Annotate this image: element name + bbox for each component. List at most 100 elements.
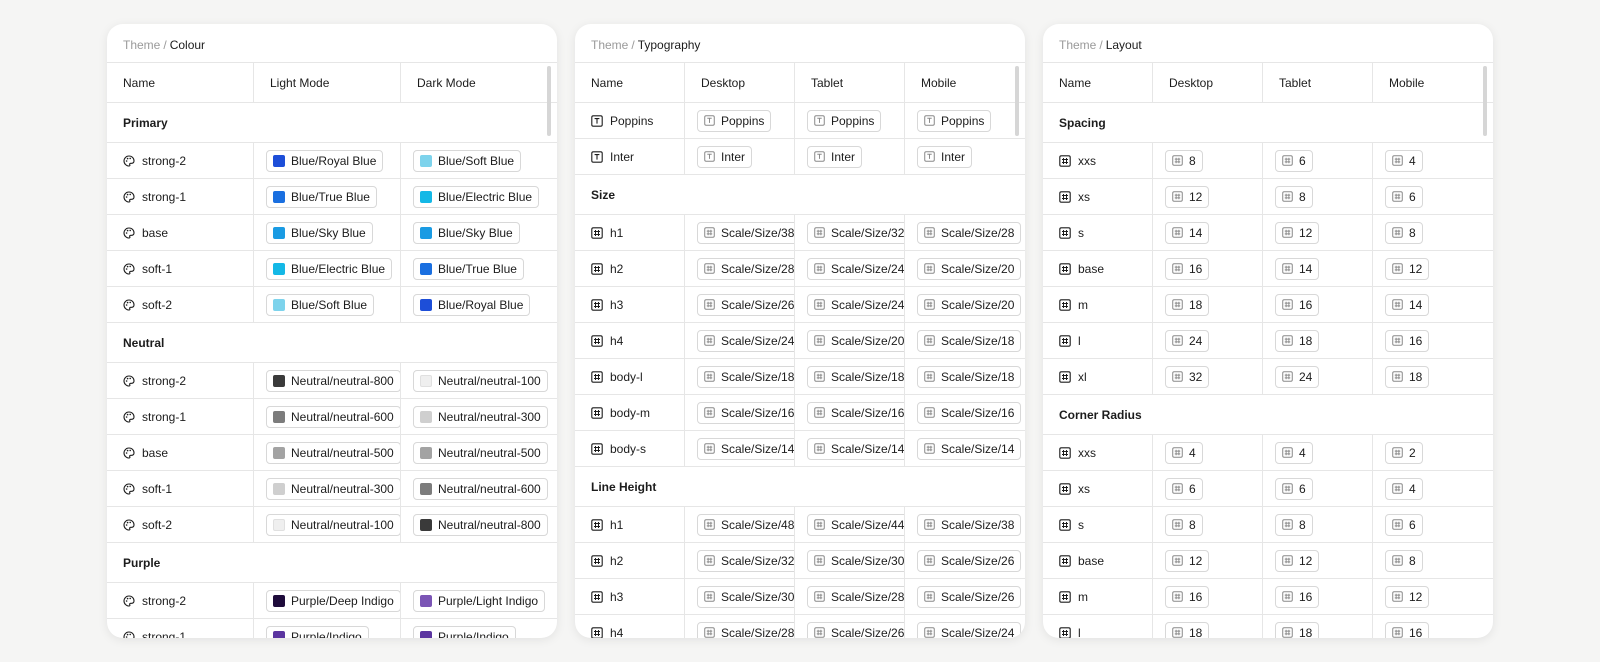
variable-chip[interactable]: Scale/Size/32 xyxy=(697,549,794,572)
table-row[interactable]: h1 Scale/Size/38 Scale/Size/32 Scale/Size/2… xyxy=(575,215,1025,251)
table-row[interactable]: xs 6 6 4 xyxy=(1043,471,1493,507)
variable-chip[interactable]: 32 xyxy=(1165,365,1210,388)
variable-chip[interactable]: Blue/Sky Blue xyxy=(266,221,373,244)
table-row[interactable]: body-m Scale/Size/16 Scale/Size/16 Scale/Si… xyxy=(575,395,1025,431)
variable-chip[interactable]: Scale/Size/26 xyxy=(917,585,1022,608)
table-row[interactable]: s 8 8 6 xyxy=(1043,507,1493,543)
variable-chip[interactable]: Blue/Electric Blue xyxy=(413,185,540,208)
variable-chip[interactable]: 14 xyxy=(1165,221,1210,244)
scrollbar[interactable] xyxy=(547,66,551,136)
variable-chip[interactable]: Scale/Size/24 xyxy=(807,293,904,316)
table-row[interactable]: strong-1 Purple/Indigo Purple/Indigo xyxy=(107,619,557,638)
variable-chip[interactable]: 4 xyxy=(1165,441,1203,464)
variable-chip[interactable]: Scale/Size/28 xyxy=(917,221,1022,244)
variable-chip[interactable]: 16 xyxy=(1275,585,1320,608)
variable-chip[interactable]: Purple/Indigo xyxy=(266,625,369,638)
variable-chip[interactable]: 16 xyxy=(1275,293,1320,316)
variable-chip[interactable]: Poppins xyxy=(697,109,772,132)
variable-chip[interactable]: Neutral/neutral-500 xyxy=(266,441,400,464)
table-row[interactable]: h3 Scale/Size/30 Scale/Size/28 Scale/Size/2… xyxy=(575,579,1025,615)
variable-chip[interactable]: Scale/Size/18 xyxy=(697,365,794,388)
variable-chip[interactable]: 12 xyxy=(1275,549,1320,572)
variable-chip[interactable]: 18 xyxy=(1275,621,1320,638)
variable-chip[interactable]: Scale/Size/14 xyxy=(697,437,794,460)
variable-chip[interactable]: 16 xyxy=(1385,621,1430,638)
table-row[interactable]: strong-2 Blue/Royal Blue Blue/Soft Blue xyxy=(107,143,557,179)
table-row[interactable]: h4 Scale/Size/28 Scale/Size/26 Scale/Size/2… xyxy=(575,615,1025,638)
variable-chip[interactable]: 6 xyxy=(1385,513,1423,536)
table-row[interactable]: soft-2 Blue/Soft Blue Blue/Royal Blue xyxy=(107,287,557,323)
breadcrumb-root[interactable]: Theme xyxy=(1059,38,1096,52)
variable-chip[interactable]: Blue/Electric Blue xyxy=(266,257,393,280)
variable-chip[interactable]: Scale/Size/30 xyxy=(807,549,904,572)
variable-chip[interactable]: Blue/Royal Blue xyxy=(266,149,384,172)
variable-chip[interactable]: 8 xyxy=(1275,513,1313,536)
table-row[interactable]: strong-1 Blue/True Blue Blue/Electric Blue xyxy=(107,179,557,215)
variable-chip[interactable]: Neutral/neutral-800 xyxy=(266,369,400,392)
variable-chip[interactable]: Blue/Soft Blue xyxy=(266,293,375,316)
variable-chip[interactable]: Neutral/neutral-500 xyxy=(413,441,548,464)
variable-chip[interactable]: Scale/Size/48 xyxy=(697,513,794,536)
table-row[interactable]: base Neutral/neutral-500 Neutral/neutral-5… xyxy=(107,435,557,471)
variable-chip[interactable]: 12 xyxy=(1165,549,1210,572)
table-row[interactable]: h2 Scale/Size/28 Scale/Size/24 Scale/Size/2… xyxy=(575,251,1025,287)
variable-chip[interactable]: Scale/Size/20 xyxy=(917,293,1022,316)
variable-chip[interactable]: 6 xyxy=(1385,185,1423,208)
variable-chip[interactable]: Scale/Size/20 xyxy=(807,329,904,352)
table-row[interactable]: strong-1 Neutral/neutral-600 Neutral/neutr… xyxy=(107,399,557,435)
variable-chip[interactable]: Scale/Size/28 xyxy=(697,257,794,280)
table-row[interactable]: h2 Scale/Size/32 Scale/Size/30 Scale/Size/2… xyxy=(575,543,1025,579)
variable-chip[interactable]: 18 xyxy=(1385,365,1430,388)
variable-chip[interactable]: Scale/Size/38 xyxy=(917,513,1022,536)
variable-chip[interactable]: Blue/True Blue xyxy=(266,185,377,208)
table-row[interactable]: h1 Scale/Size/48 Scale/Size/44 Scale/Size/3… xyxy=(575,507,1025,543)
variable-chip[interactable]: 6 xyxy=(1275,149,1313,172)
variable-chip[interactable]: Purple/Light Indigo xyxy=(413,589,546,612)
variable-chip[interactable]: Blue/Sky Blue xyxy=(413,221,520,244)
variable-chip[interactable]: 8 xyxy=(1385,221,1423,244)
variable-chip[interactable]: 4 xyxy=(1385,149,1423,172)
variable-chip[interactable]: Scale/Size/18 xyxy=(917,365,1022,388)
variable-chip[interactable]: Scale/Size/30 xyxy=(697,585,794,608)
table-row[interactable]: strong-2 Neutral/neutral-800 Neutral/neutr… xyxy=(107,363,557,399)
variable-chip[interactable]: Poppins xyxy=(807,109,882,132)
table-row[interactable]: l 18 18 16 xyxy=(1043,615,1493,638)
variable-chip[interactable]: Purple/Deep Indigo xyxy=(266,589,400,612)
variable-chip[interactable]: Neutral/neutral-100 xyxy=(266,513,400,536)
variable-chip[interactable]: 2 xyxy=(1385,441,1423,464)
variable-chip[interactable]: Scale/Size/16 xyxy=(697,401,794,424)
variable-chip[interactable]: Scale/Size/44 xyxy=(807,513,904,536)
variable-chip[interactable]: 8 xyxy=(1275,185,1313,208)
table-row[interactable]: base 12 12 8 xyxy=(1043,543,1493,579)
variable-chip[interactable]: Scale/Size/14 xyxy=(807,437,904,460)
variable-chip[interactable]: 18 xyxy=(1165,293,1210,316)
variable-chip[interactable]: Neutral/neutral-100 xyxy=(413,369,548,392)
scrollbar[interactable] xyxy=(1015,66,1019,136)
variable-chip[interactable]: 16 xyxy=(1165,257,1210,280)
variable-chip[interactable]: Inter xyxy=(697,145,753,168)
variable-chip[interactable]: 18 xyxy=(1275,329,1320,352)
table-row[interactable]: l 24 18 16 xyxy=(1043,323,1493,359)
variable-chip[interactable]: 18 xyxy=(1165,621,1210,638)
variable-chip[interactable]: 24 xyxy=(1165,329,1210,352)
variable-chip[interactable]: 4 xyxy=(1385,477,1423,500)
table-row[interactable]: m 16 16 12 xyxy=(1043,579,1493,615)
table-row[interactable]: s 14 12 8 xyxy=(1043,215,1493,251)
variable-chip[interactable]: 24 xyxy=(1275,365,1320,388)
variable-chip[interactable]: 8 xyxy=(1165,513,1203,536)
variable-chip[interactable]: Neutral/neutral-600 xyxy=(413,477,548,500)
variable-chip[interactable]: 12 xyxy=(1385,585,1430,608)
variable-chip[interactable]: Scale/Size/38 xyxy=(697,221,794,244)
table-row[interactable]: base 16 14 12 xyxy=(1043,251,1493,287)
variable-chip[interactable]: Scale/Size/20 xyxy=(917,257,1022,280)
table-row[interactable]: h3 Scale/Size/26 Scale/Size/24 Scale/Size/2… xyxy=(575,287,1025,323)
variable-chip[interactable]: Scale/Size/26 xyxy=(697,293,794,316)
variable-chip[interactable]: Scale/Size/16 xyxy=(807,401,904,424)
variable-chip[interactable]: Blue/Soft Blue xyxy=(413,149,522,172)
table-row[interactable]: m 18 16 14 xyxy=(1043,287,1493,323)
variable-chip[interactable]: Poppins xyxy=(917,109,992,132)
variable-chip[interactable]: Scale/Size/14 xyxy=(917,437,1022,460)
variable-chip[interactable]: Scale/Size/26 xyxy=(807,621,904,638)
variable-chip[interactable]: Blue/True Blue xyxy=(413,257,524,280)
table-row[interactable]: soft-2 Neutral/neutral-100 Neutral/neutral… xyxy=(107,507,557,543)
